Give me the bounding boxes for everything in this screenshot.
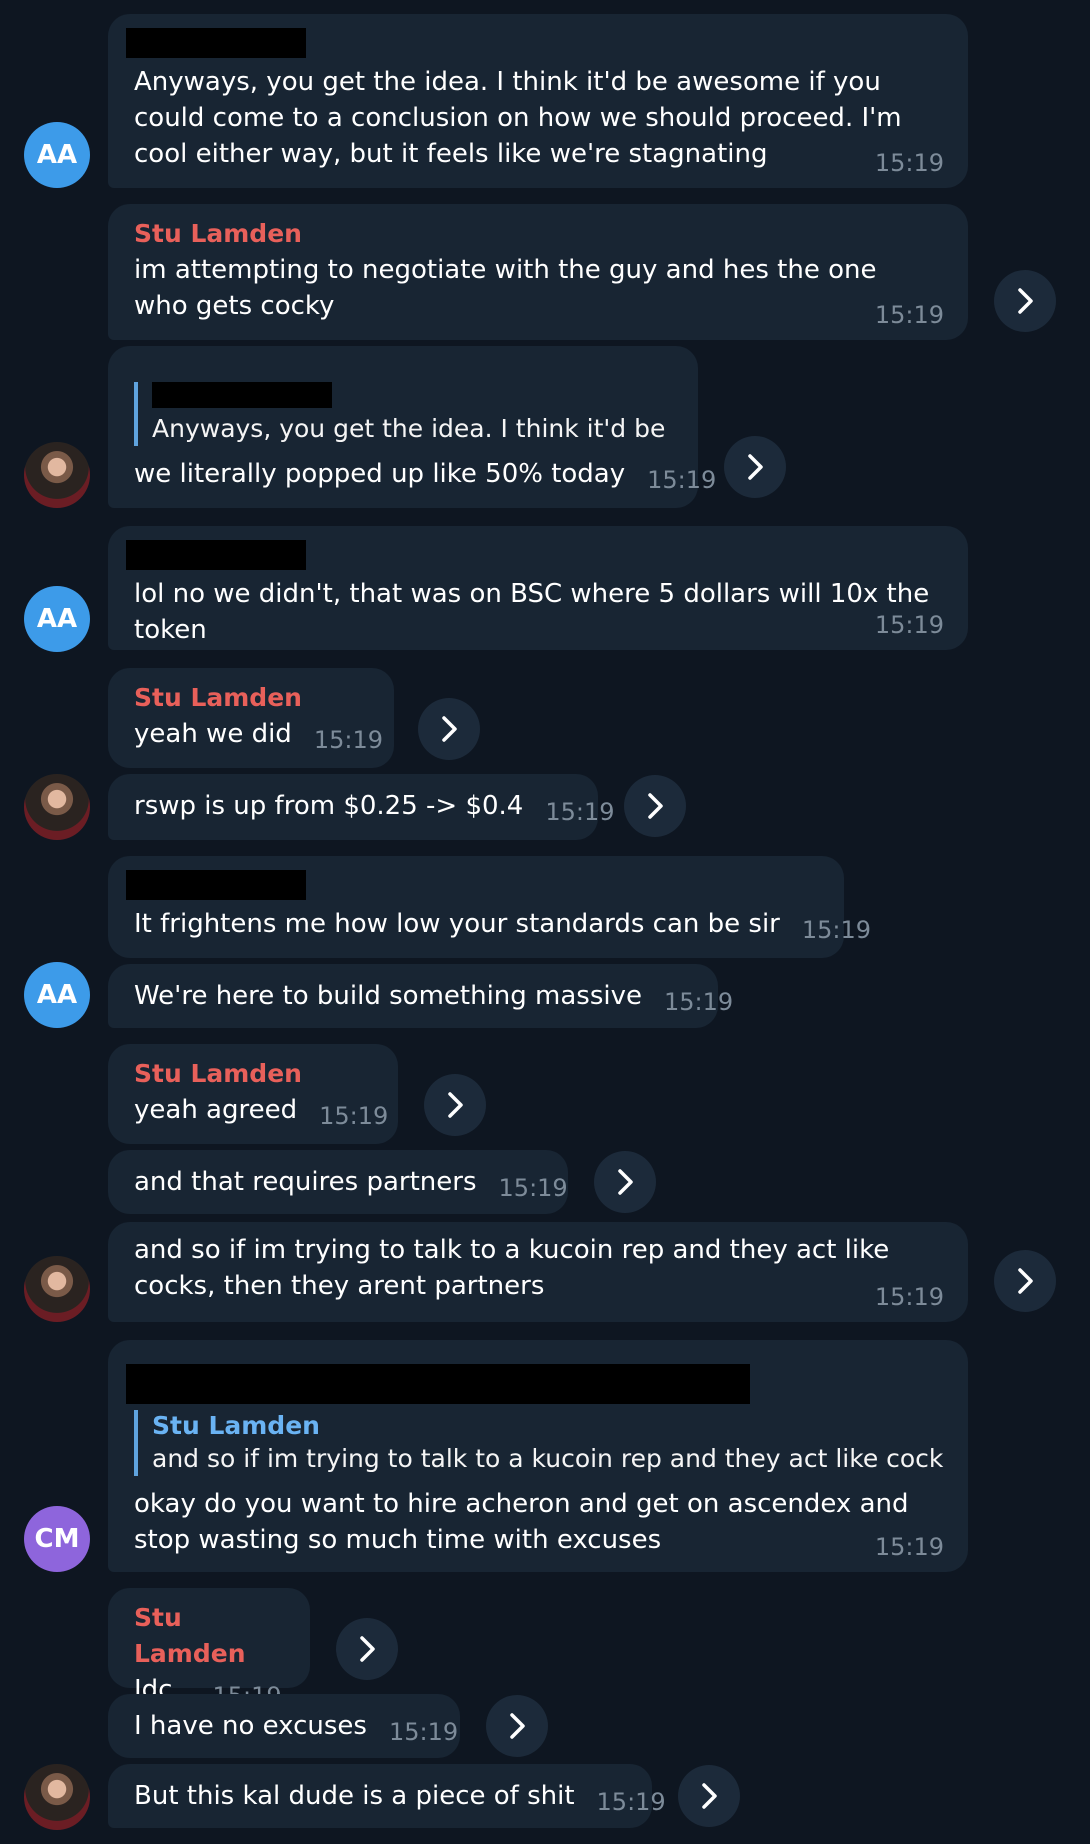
message-bubble[interactable]: We're here to build something massive 15:… xyxy=(108,964,733,1028)
redacted-reply-name xyxy=(152,382,332,408)
reply-quote[interactable]: Stu Lamden and so if im trying to talk t… xyxy=(134,1410,944,1476)
forward-button[interactable] xyxy=(418,698,480,760)
message-time: 15:19 xyxy=(596,1788,666,1816)
forward-button[interactable] xyxy=(336,1618,398,1680)
message-bubble[interactable]: It frightens me how low your standards c… xyxy=(108,856,871,958)
message-time: 15:19 xyxy=(319,1102,389,1130)
forward-button[interactable] xyxy=(486,1695,548,1757)
message-time: 15:19 xyxy=(874,1283,944,1311)
chevron-right-icon xyxy=(448,1092,463,1118)
message-bubble[interactable]: I have no excuses 15:19 xyxy=(108,1694,460,1758)
sender-name[interactable]: Stu Lamden xyxy=(134,216,944,252)
avatar-initials: AA xyxy=(36,980,78,1010)
message-time: 15:19 xyxy=(874,1533,944,1561)
message-bubble[interactable]: Anyways, you get the idea. I think it'd … xyxy=(108,346,716,508)
avatar[interactable]: AA xyxy=(24,122,90,188)
message-time: 15:19 xyxy=(545,798,615,826)
message-bubble[interactable]: Anyways, you get the idea. I think it'd … xyxy=(108,14,968,188)
redacted-sender-name xyxy=(126,1364,750,1404)
message-bubble[interactable]: Stu Lamden and so if im trying to talk t… xyxy=(108,1340,968,1572)
chevron-right-icon xyxy=(648,793,663,819)
message-time: 15:19 xyxy=(664,988,734,1016)
reply-text: Anyways, you get the idea. I think it'd … xyxy=(152,414,674,443)
message-bubble[interactable]: Stu Lamden yeah we did 15:19 xyxy=(108,668,394,768)
chevron-right-icon xyxy=(702,1783,717,1809)
redacted-sender-name xyxy=(126,870,306,900)
message-time: 15:19 xyxy=(498,1174,568,1202)
message-time: 15:19 xyxy=(874,611,944,639)
message-text: rswp is up from $0.25 -> $0.4 xyxy=(134,791,524,821)
message-text: we literally popped up like 50% today xyxy=(134,459,626,489)
reply-quote[interactable]: Anyways, you get the idea. I think it'd … xyxy=(134,382,674,446)
message-text: yeah we did xyxy=(134,719,292,749)
avatar[interactable]: CM xyxy=(24,1506,90,1572)
message-text: and that requires partners xyxy=(134,1167,477,1197)
message-bubble[interactable]: Stu Lamden im attempting to negotiate wi… xyxy=(108,204,968,340)
message-bubble[interactable]: rswp is up from $0.25 -> $0.4 15:19 xyxy=(108,774,615,840)
message-text: im attempting to negotiate with the guy … xyxy=(134,255,885,321)
message-time: 15:19 xyxy=(874,149,944,177)
redacted-sender-name xyxy=(126,540,306,570)
forward-button[interactable] xyxy=(424,1074,486,1136)
forward-button[interactable] xyxy=(994,270,1056,332)
reply-sender-name: Stu Lamden xyxy=(152,1411,320,1440)
message-time: 15:19 xyxy=(647,466,717,494)
message-text: lol no we didn't, that was on BSC where … xyxy=(134,579,938,645)
message-bubble[interactable]: But this kal dude is a piece of shit 15:1… xyxy=(108,1764,666,1828)
chevron-right-icon xyxy=(618,1169,633,1195)
avatar[interactable] xyxy=(24,774,90,840)
message-text: I have no excuses xyxy=(134,1711,367,1741)
avatar[interactable]: AA xyxy=(24,586,90,652)
avatar-initials: CM xyxy=(34,1524,80,1554)
message-time: 15:19 xyxy=(874,301,944,329)
message-bubble[interactable]: and so if im trying to talk to a kucoin … xyxy=(108,1222,968,1322)
forward-button[interactable] xyxy=(624,775,686,837)
message-text: and so if im trying to talk to a kucoin … xyxy=(134,1235,898,1301)
chevron-right-icon xyxy=(1018,1268,1033,1294)
redacted-sender-name xyxy=(126,28,306,58)
message-bubble[interactable]: Stu Lamden Idc15:19 xyxy=(108,1588,310,1710)
sender-name[interactable]: Stu Lamden xyxy=(134,680,370,716)
message-bubble[interactable]: and that requires partners 15:19 xyxy=(108,1150,568,1214)
sender-name[interactable]: Stu Lamden xyxy=(134,1056,374,1092)
message-text: But this kal dude is a piece of shit xyxy=(134,1781,575,1811)
message-text: yeah agreed xyxy=(134,1095,298,1125)
message-time: 15:19 xyxy=(313,726,383,754)
chevron-right-icon xyxy=(510,1713,525,1739)
avatar[interactable] xyxy=(24,442,90,508)
forward-button[interactable] xyxy=(678,1765,740,1827)
forward-button[interactable] xyxy=(724,436,786,498)
avatar-initials: AA xyxy=(36,604,78,634)
message-bubble[interactable]: Stu Lamden yeah agreed 15:19 xyxy=(108,1044,398,1144)
chat-history[interactable]: Anyways, you get the idea. I think it'd … xyxy=(0,0,1090,1844)
sender-name[interactable]: Stu Lamden xyxy=(134,1600,286,1672)
avatar[interactable] xyxy=(24,1256,90,1322)
message-text: We're here to build something massive xyxy=(134,981,643,1011)
chevron-right-icon xyxy=(748,454,763,480)
avatar-initials: AA xyxy=(36,140,78,170)
chevron-right-icon xyxy=(360,1636,375,1662)
message-text: Anyways, you get the idea. I think it'd … xyxy=(134,67,910,169)
message-text: It frightens me how low your standards c… xyxy=(134,909,780,939)
chevron-right-icon xyxy=(442,716,457,742)
message-bubble[interactable]: lol no we didn't, that was on BSC where … xyxy=(108,526,968,650)
chevron-right-icon xyxy=(1018,288,1033,314)
message-time: 15:19 xyxy=(388,1718,459,1746)
forward-button[interactable] xyxy=(994,1250,1056,1312)
avatar[interactable] xyxy=(24,1764,90,1830)
forward-button[interactable] xyxy=(594,1151,656,1213)
reply-text: and so if im trying to talk to a kucoin … xyxy=(152,1444,944,1473)
message-time: 15:19 xyxy=(801,916,872,944)
avatar[interactable]: AA xyxy=(24,962,90,1028)
message-text: okay do you want to hire acheron and get… xyxy=(134,1489,917,1555)
